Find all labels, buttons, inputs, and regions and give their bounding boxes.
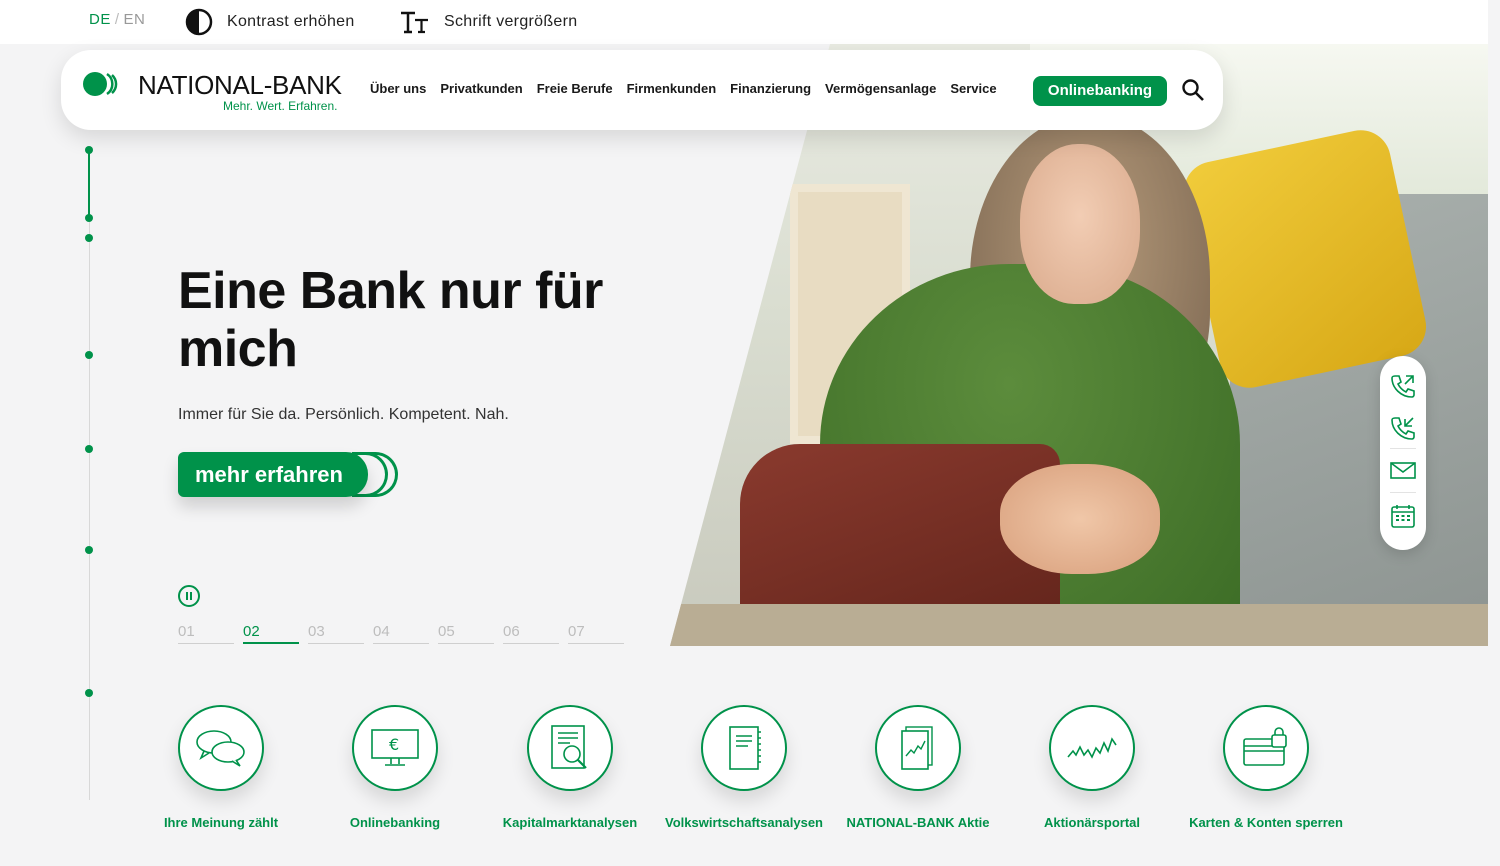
contrast-icon xyxy=(185,8,213,36)
onlinebanking-button[interactable]: Onlinebanking xyxy=(1033,76,1167,106)
slide-indicator[interactable]: 03 xyxy=(308,623,364,644)
stock-chart-document-icon xyxy=(901,726,933,770)
quick-link-label: Kapitalmarktanalysen xyxy=(502,815,638,830)
quick-link-label: NATIONAL-BANK Aktie xyxy=(846,815,990,830)
quick-link-volkswirtschaftsanalysen[interactable]: Volkswirtschaftsanalysen xyxy=(654,705,834,830)
contact-widget xyxy=(1380,356,1426,550)
timeline-dot xyxy=(85,546,93,554)
mail-icon[interactable] xyxy=(1389,456,1417,484)
nav-item-privatkunden[interactable]: Privatkunden xyxy=(440,81,522,96)
phone-outgoing-icon[interactable] xyxy=(1389,372,1417,400)
text-size-icon xyxy=(401,11,428,34)
main-nav: Über uns Privatkunden Freie Berufe Firme… xyxy=(370,81,1011,96)
pause-button[interactable] xyxy=(178,585,200,607)
font-size-label: Schrift vergrößern xyxy=(444,13,578,30)
nav-item-service[interactable]: Service xyxy=(950,81,996,96)
phone-incoming-icon[interactable] xyxy=(1389,414,1417,442)
quick-link-label: Volkswirtschaftsanalysen xyxy=(665,815,823,830)
contrast-toggle[interactable]: Kontrast erhöhen xyxy=(185,8,355,36)
monitor-euro-icon: € xyxy=(371,729,419,766)
search-icon[interactable] xyxy=(1181,78,1205,102)
logo-name: NATIONAL-BANK xyxy=(138,70,342,100)
font-size-toggle[interactable]: Schrift vergrößern xyxy=(400,8,577,36)
quick-link-label: Karten & Konten sperren xyxy=(1189,815,1343,830)
document-magnifier-icon xyxy=(551,725,587,769)
nav-item-firmenkunden[interactable]: Firmenkunden xyxy=(627,81,717,96)
language-switcher: DE / EN xyxy=(89,11,145,28)
stock-line-icon xyxy=(1067,737,1117,759)
timeline-dot xyxy=(85,445,93,453)
card-lock-icon xyxy=(1243,727,1287,766)
timeline-dot xyxy=(85,234,93,242)
nav-item-ueber-uns[interactable]: Über uns xyxy=(370,81,426,96)
timeline-dot xyxy=(85,689,93,697)
nav-item-vermoegensanlage[interactable]: Vermögensanlage xyxy=(825,81,936,96)
logo-mark-icon xyxy=(83,72,118,96)
section-timeline xyxy=(88,150,90,800)
hero-image xyxy=(670,44,1488,646)
quick-link-label: Onlinebanking xyxy=(349,815,441,830)
lang-en-link[interactable]: EN xyxy=(124,11,146,28)
lang-separator: / xyxy=(114,11,120,28)
timeline-dot xyxy=(85,146,93,154)
hero-headline: Eine Bank nur für mich xyxy=(178,262,603,378)
notebook-icon xyxy=(729,726,761,770)
quick-link-onlinebanking[interactable]: € Onlinebanking xyxy=(305,705,485,830)
calendar-icon[interactable] xyxy=(1389,502,1417,530)
slide-pagination: 01 02 03 04 05 06 07 xyxy=(178,623,633,644)
slide-indicator[interactable]: 01 xyxy=(178,623,234,644)
slide-indicator-active[interactable]: 02 xyxy=(243,623,299,644)
accessibility-bar: DE / EN Kontrast erhöhen Schrift vergrößer… xyxy=(0,0,1488,44)
contrast-label: Kontrast erhöhen xyxy=(227,13,355,30)
quick-link-label: Ihre Meinung zählt xyxy=(163,815,279,830)
timeline-dot xyxy=(85,214,93,222)
nav-item-finanzierung[interactable]: Finanzierung xyxy=(730,81,811,96)
slide-indicator[interactable]: 04 xyxy=(373,623,429,644)
cta-label: mehr erfahren xyxy=(178,452,368,497)
timeline-dot xyxy=(85,351,93,359)
main-header: NATIONAL-BANK Mehr. Wert. Erfahren. Über… xyxy=(61,50,1223,130)
logo-tagline: Mehr. Wert. Erfahren. xyxy=(223,99,338,113)
chat-bubbles-icon xyxy=(196,730,245,767)
quick-link-label: Aktionärsportal xyxy=(1043,815,1141,830)
quick-link-aktie[interactable]: NATIONAL-BANK Aktie xyxy=(828,705,1008,830)
slide-indicator[interactable]: 05 xyxy=(438,623,494,644)
quick-link-kapitalmarktanalysen[interactable]: Kapitalmarktanalysen xyxy=(480,705,660,830)
lang-de-link[interactable]: DE xyxy=(89,11,111,28)
quick-link-ihre-meinung[interactable]: Ihre Meinung zählt xyxy=(131,705,311,830)
slide-indicator[interactable]: 07 xyxy=(568,623,624,644)
quick-link-karten-sperren[interactable]: Karten & Konten sperren xyxy=(1176,705,1356,830)
hero-subline: Immer für Sie da. Persönlich. Kompetent.… xyxy=(178,406,509,423)
nav-item-freie-berufe[interactable]: Freie Berufe xyxy=(537,81,613,96)
slide-indicator[interactable]: 06 xyxy=(503,623,559,644)
quick-link-aktionaersportal[interactable]: Aktionärsportal xyxy=(1002,705,1182,830)
svg-text:€: € xyxy=(389,735,399,754)
